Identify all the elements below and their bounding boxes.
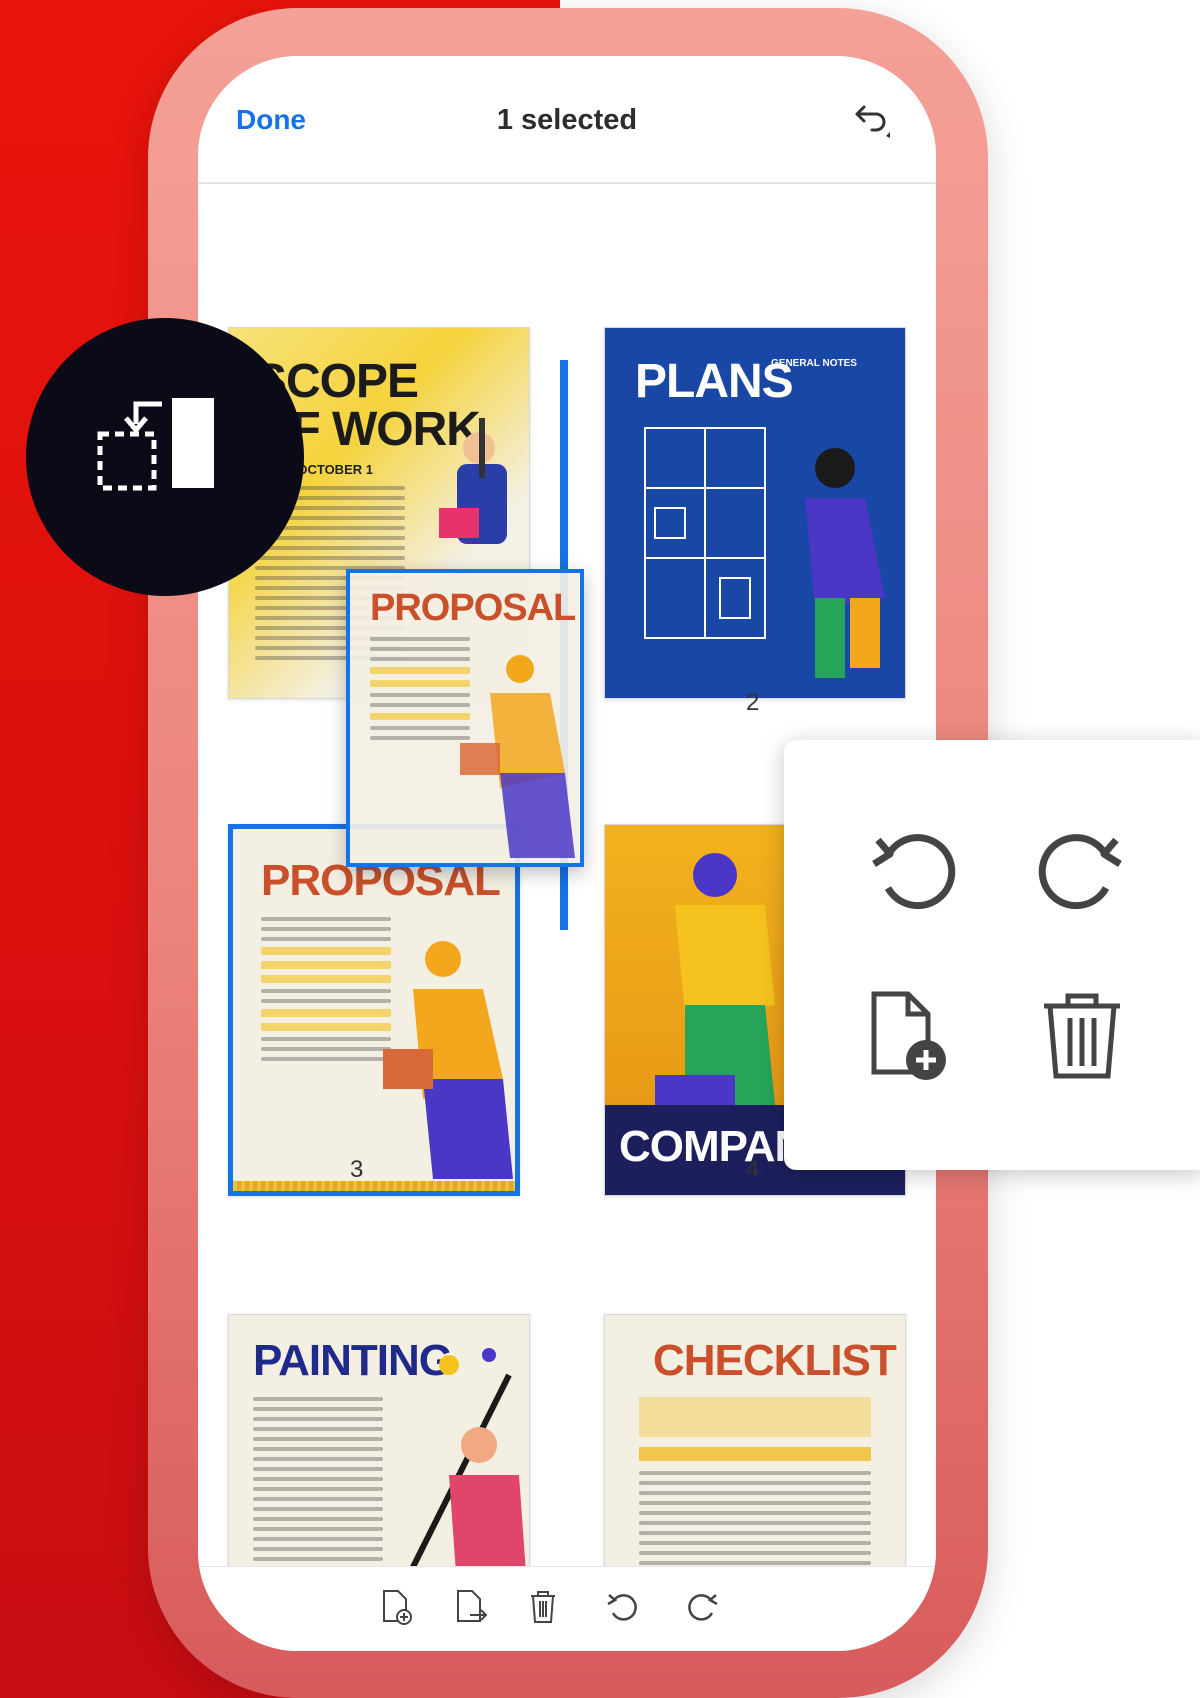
rotate-right-icon[interactable] <box>1032 820 1132 920</box>
page-3-ruler <box>233 1181 515 1191</box>
insert-page-icon[interactable] <box>862 988 962 1088</box>
rotate-right-icon[interactable] <box>682 1587 722 1627</box>
page-6-table-header <box>639 1397 871 1437</box>
top-bar: Done 1 selected <box>198 56 936 184</box>
rotate-left-icon[interactable] <box>603 1587 643 1627</box>
page-number-2: 2 <box>746 689 760 716</box>
page-6-title: CHECKLIST <box>653 1336 897 1385</box>
delete-icon[interactable] <box>523 1587 563 1627</box>
page-2-floorplan <box>644 427 766 639</box>
bottom-toolbar <box>198 1566 936 1651</box>
rotate-left-icon[interactable] <box>862 820 962 920</box>
page-2-illustration <box>805 448 885 678</box>
reorder-pages-icon <box>97 398 214 491</box>
dragging-page-thumbnail[interactable]: PROPOSAL <box>346 569 584 867</box>
page-5-text-block <box>253 1397 383 1587</box>
reorder-badge <box>26 318 304 596</box>
page-4-illustration <box>655 853 775 1105</box>
page-number-4: 4 <box>746 1156 760 1183</box>
insert-page-icon[interactable] <box>376 1587 416 1627</box>
page-3-illustration <box>383 941 513 1179</box>
page-1-illustration <box>439 418 507 544</box>
page-actions-popup <box>784 740 1200 1170</box>
dragging-page-illustration <box>460 655 575 858</box>
dragging-page-title: PROPOSAL <box>370 587 576 629</box>
page-2-subtitle: GENERAL NOTES <box>771 358 857 369</box>
page-thumbnail-2[interactable]: PLANS GENERAL NOTES <box>604 327 906 699</box>
extract-page-icon[interactable] <box>450 1587 490 1627</box>
selection-title: 1 selected <box>496 104 638 136</box>
undo-icon[interactable] <box>846 98 892 144</box>
page-thumbnail-3[interactable]: PROPOSAL <box>228 824 520 1196</box>
delete-icon[interactable] <box>1032 988 1132 1088</box>
page-6-table-header-2 <box>639 1447 871 1461</box>
page-number-3: 3 <box>350 1156 364 1183</box>
page-2-title: PLANS <box>635 355 794 408</box>
